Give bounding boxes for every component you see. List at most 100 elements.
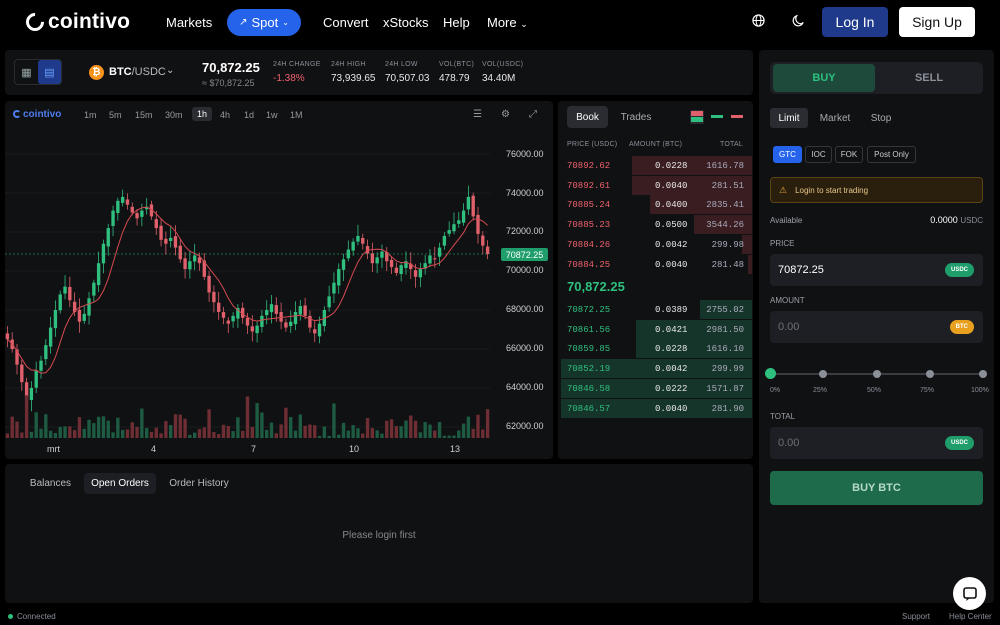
tif-fok[interactable]: FOK [835, 146, 863, 163]
nav-convert[interactable]: Convert [323, 15, 369, 30]
volume-bar [428, 424, 432, 438]
nav-more[interactable]: More ⌄ [487, 15, 528, 30]
moon-icon[interactable] [790, 14, 806, 30]
globe-icon[interactable] [750, 14, 766, 30]
tab-book[interactable]: Book [567, 106, 608, 128]
tab-trades[interactable]: Trades [614, 106, 658, 128]
tab-limit[interactable]: Limit [770, 108, 808, 128]
nav-xstocks[interactable]: xStocks [383, 15, 429, 30]
amount-field[interactable]: 0.00 BTC [770, 311, 983, 343]
bid-row[interactable]: 70846.57 0.0040 281.90 [559, 398, 752, 418]
volume-bar [29, 431, 34, 438]
ob-price: 70846.57 [567, 403, 611, 414]
candle-body [293, 311, 298, 325]
logo[interactable]: cointivo [22, 9, 130, 35]
candle-body [413, 270, 418, 277]
candle-body [399, 265, 403, 275]
ask-row[interactable]: 70892.61 0.0040 281.51 [559, 175, 752, 195]
nav-markets[interactable]: Markets [166, 15, 212, 30]
tif-ioc[interactable]: IOC [805, 146, 832, 163]
layout-toggle[interactable]: ▦ ▤ [14, 59, 62, 85]
nav-spot[interactable]: ↗ Spot ⌄ [227, 9, 301, 36]
timeframe-1d[interactable]: 1d [244, 110, 254, 120]
tab-buy[interactable]: BUY [773, 64, 875, 92]
candlestick-chart[interactable] [5, 128, 500, 438]
timeframe-1m[interactable]: 1m [84, 110, 97, 120]
tab-order-history[interactable]: Order History [162, 473, 236, 494]
ask-row[interactable]: 70892.62 0.0228 1616.78 [559, 156, 752, 175]
tab-balances[interactable]: Balances [23, 473, 78, 494]
slider-mark[interactable] [979, 370, 987, 378]
book-bids-icon[interactable] [711, 115, 723, 118]
ask-row[interactable]: 70885.23 0.0500 3544.26 [559, 215, 752, 235]
tab-sell[interactable]: SELL [878, 64, 980, 92]
chevron-down-icon[interactable]: ⌄ [166, 65, 174, 76]
support-link[interactable]: Support [902, 612, 930, 621]
last-price: 70,872.25 [202, 60, 260, 75]
ask-row[interactable]: 70884.25 0.0040 281.48 [559, 254, 752, 274]
timeframe-4h[interactable]: 4h [220, 110, 230, 120]
timeframe-1w[interactable]: 1w [266, 110, 278, 120]
candle-body [389, 259, 394, 268]
ob-amount: 0.0400 [655, 200, 688, 211]
chat-icon[interactable] [953, 577, 986, 610]
tab-stop[interactable]: Stop [864, 108, 898, 128]
bid-row[interactable]: 70861.56 0.0421 2981.50 [559, 319, 752, 339]
book-both-icon[interactable] [690, 110, 704, 124]
x-axis-label: 7 [251, 444, 257, 454]
slider-mark[interactable] [873, 370, 881, 378]
bid-row[interactable]: 70872.25 0.0389 2755.02 [559, 300, 752, 319]
stat-value: 73,939.65 [331, 73, 376, 84]
bid-row[interactable]: 70846.58 0.0222 1571.87 [559, 378, 752, 398]
buy-submit-button[interactable]: BUY BTC [770, 471, 983, 505]
candle-body [44, 345, 48, 360]
price-field[interactable]: 70872.25 USDC [770, 254, 983, 286]
book-asks-icon[interactable] [731, 115, 743, 118]
volume-bar [173, 414, 178, 438]
volume-bar [168, 425, 173, 438]
timeframe-15m[interactable]: 15m [135, 110, 153, 120]
signup-button[interactable]: Sign Up [899, 7, 975, 37]
slider-mark[interactable] [926, 370, 934, 378]
slider-mark-label: 0% [770, 387, 781, 394]
total-field[interactable]: 0.00 USDC [770, 427, 983, 459]
candle-body [77, 309, 82, 322]
volume-bar [298, 414, 303, 438]
slider-mark[interactable] [819, 370, 827, 378]
timeframe-30m[interactable]: 30m [165, 110, 183, 120]
timeframe-5m[interactable]: 5m [109, 110, 122, 120]
tab-open-orders[interactable]: Open Orders [84, 473, 156, 494]
bid-row[interactable]: 70852.19 0.0042 299.99 [559, 359, 752, 379]
ob-total: 2981.50 [706, 324, 744, 335]
grid-view-icon[interactable]: ▦ [15, 60, 38, 84]
candle-body [265, 310, 269, 316]
pair-selector[interactable]: BTC/USDC [109, 66, 166, 78]
timeframe-1h[interactable]: 1h [192, 107, 213, 121]
tif-post-only[interactable]: Post Only [867, 146, 916, 163]
settings-icon[interactable]: ⚙ [501, 109, 510, 120]
btc-badge: BTC [949, 320, 974, 334]
bid-row[interactable]: 70859.85 0.0228 1616.10 [559, 339, 752, 359]
volume-bar [433, 430, 437, 438]
help-center-link[interactable]: Help Center [949, 612, 992, 621]
volume-bar [20, 432, 24, 438]
table-view-icon[interactable]: ▤ [38, 60, 61, 84]
tif-gtc[interactable]: GTC [773, 146, 802, 163]
candle-body [269, 304, 274, 313]
slider-mark-label: 75% [920, 387, 935, 394]
ask-row[interactable]: 70884.26 0.0042 299.98 [559, 234, 752, 254]
tab-market[interactable]: Market [814, 108, 856, 128]
candle-body [260, 315, 264, 327]
ob-total: 1616.10 [706, 344, 744, 355]
volume-bar [226, 425, 230, 438]
login-button[interactable]: Log In [822, 7, 888, 37]
menu-icon[interactable]: ☰ [473, 109, 482, 120]
volume-bar [207, 409, 211, 438]
ask-row[interactable]: 70885.24 0.0400 2835.41 [559, 195, 752, 215]
nav-help[interactable]: Help [443, 15, 470, 30]
slider-thumb[interactable] [765, 368, 776, 379]
candle-body [442, 235, 447, 246]
fullscreen-icon[interactable]: ⤢ [529, 109, 537, 120]
volume-bar [178, 414, 182, 438]
timeframe-1M[interactable]: 1M [290, 110, 303, 120]
